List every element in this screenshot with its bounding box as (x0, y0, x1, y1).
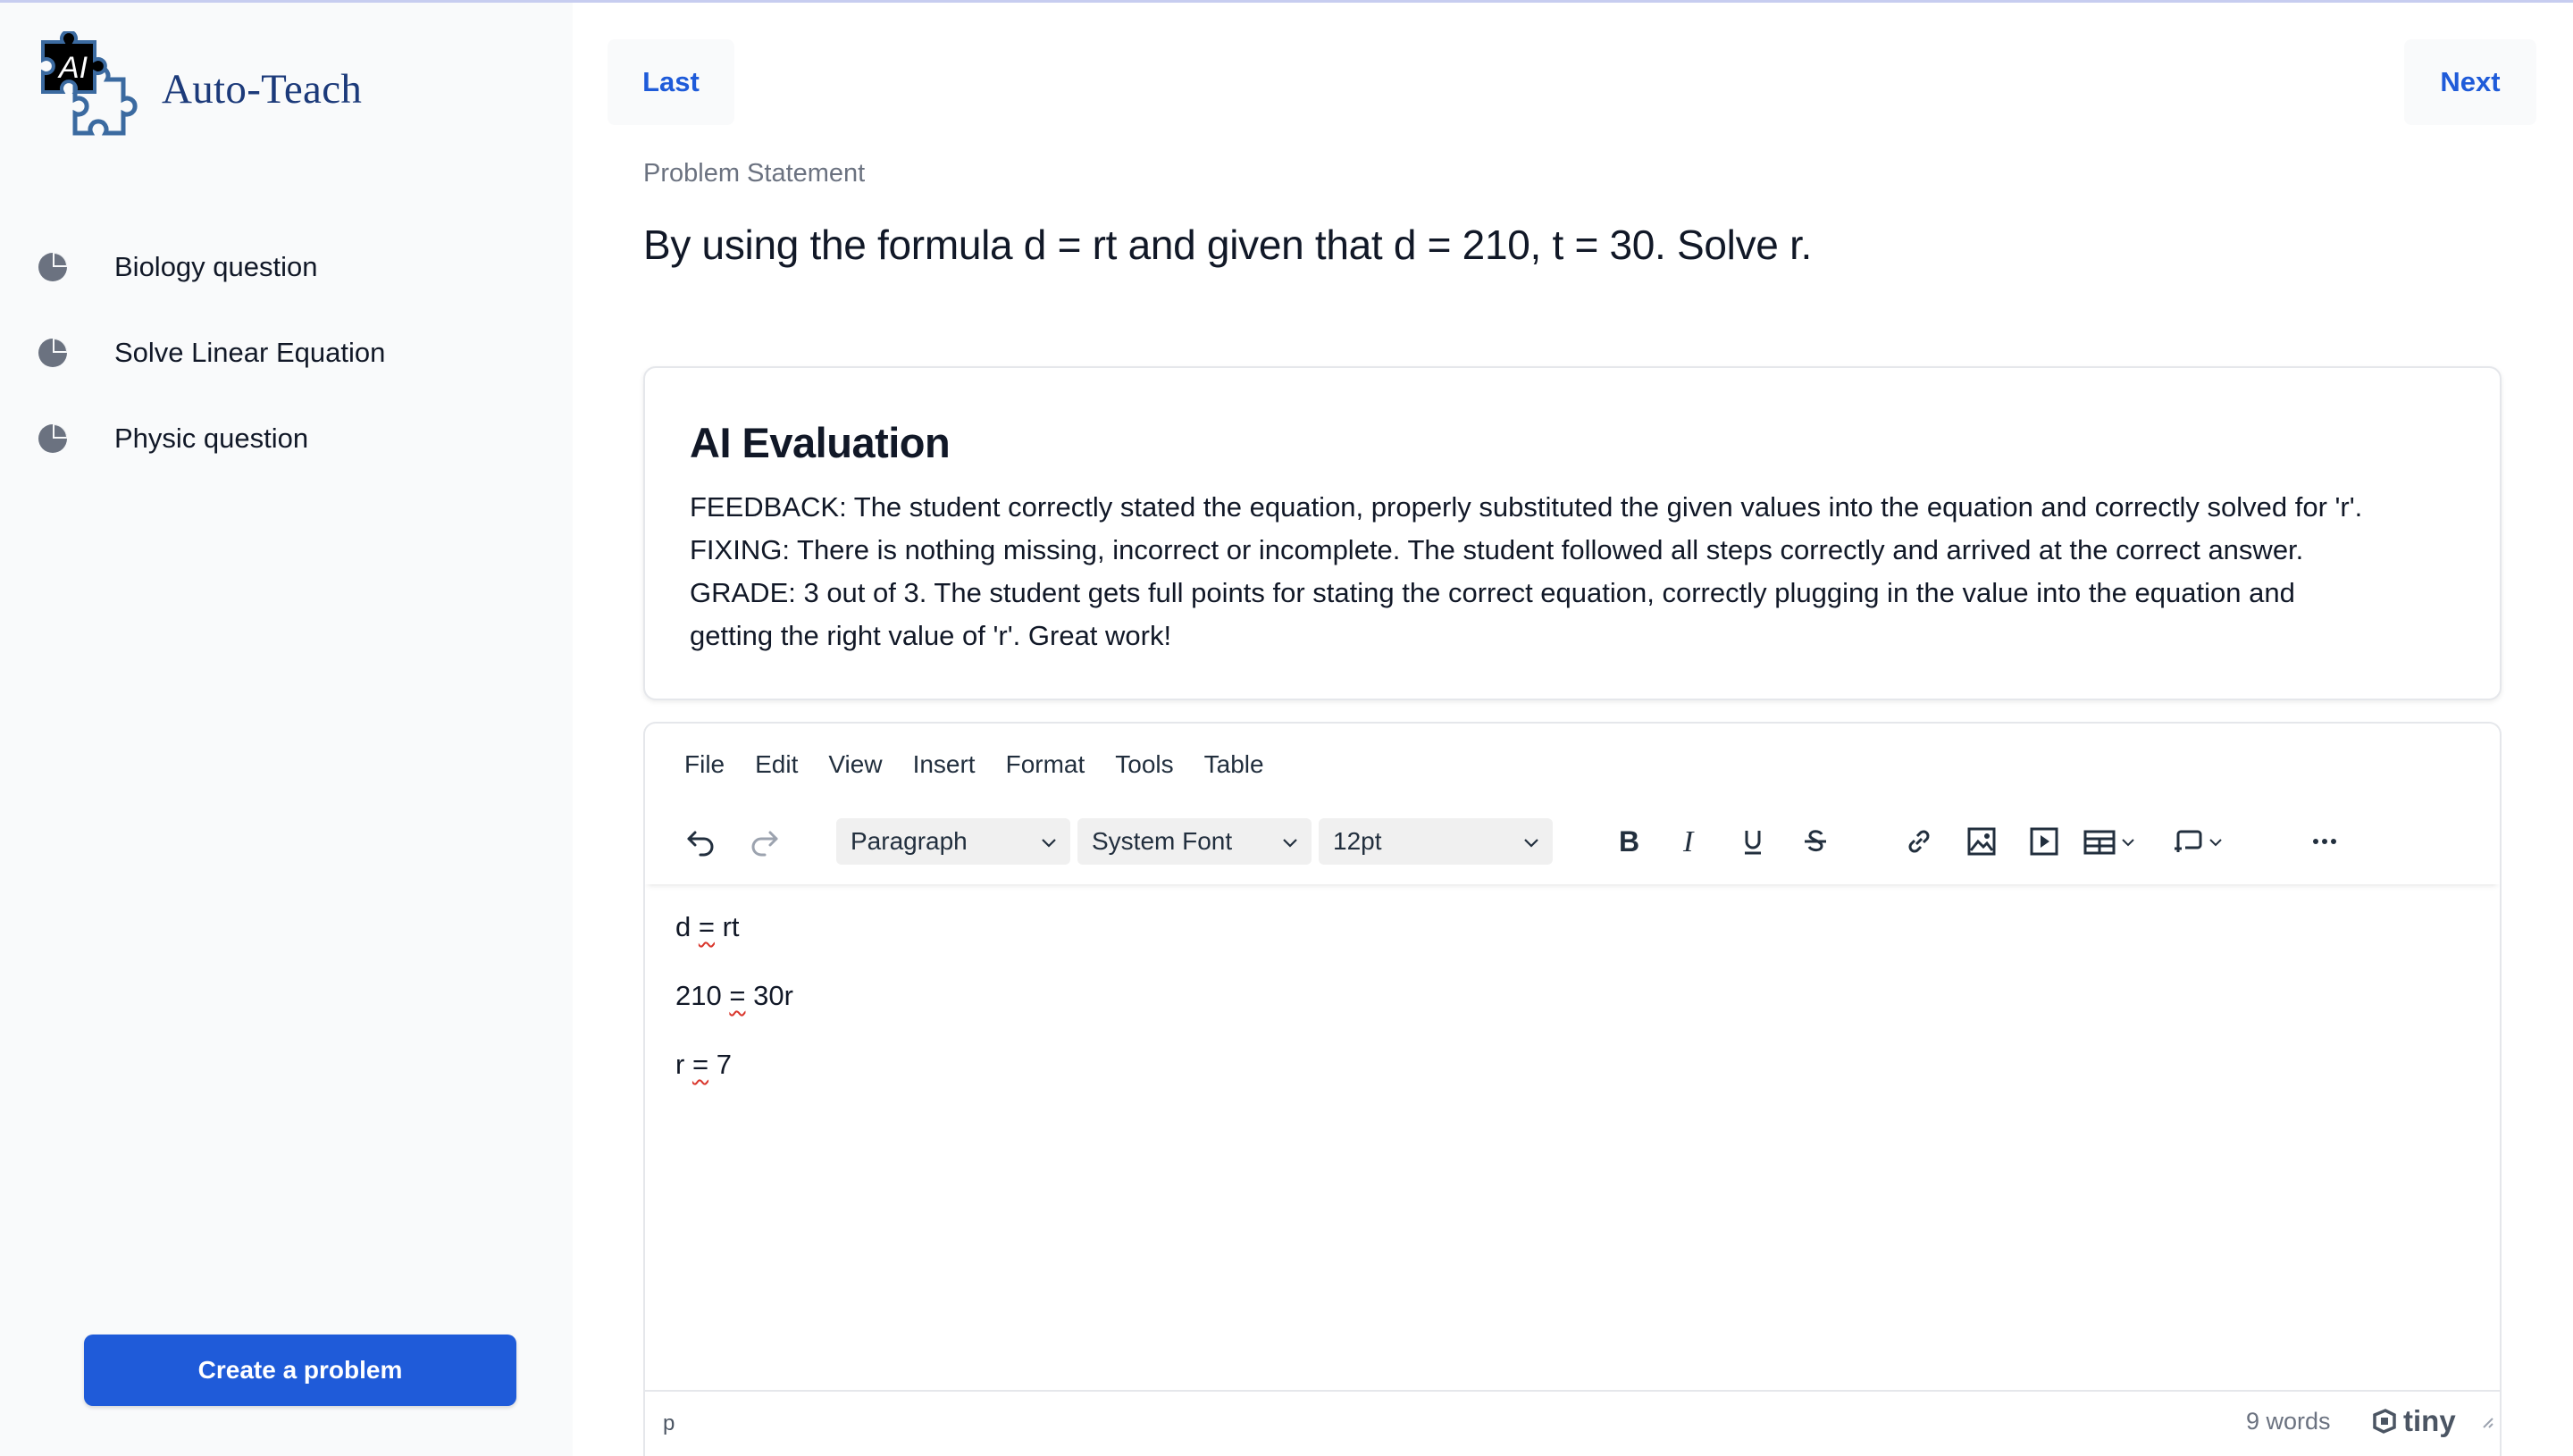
more-icon[interactable] (2303, 820, 2346, 863)
font-size-value: 12pt (1333, 827, 1382, 855)
evaluation-text: FEEDBACK: The student correctly stated t… (690, 486, 2477, 657)
redo-icon[interactable] (743, 820, 786, 863)
sidebar-item-linear-equation[interactable]: Solve Linear Equation (36, 310, 536, 396)
last-button[interactable]: Last (608, 39, 734, 125)
undo-icon[interactable] (679, 820, 722, 863)
block-format-select[interactable]: Paragraph (836, 818, 1070, 865)
media-icon[interactable] (2023, 820, 2066, 863)
bold-icon[interactable]: B (1606, 820, 1649, 863)
font-family-value: System Font (1092, 827, 1233, 855)
sidebar-item-label: Physic question (114, 423, 309, 454)
pie-chart-icon (36, 336, 70, 370)
underline-icon[interactable] (1731, 820, 1774, 863)
chevron-down-icon (1521, 831, 1542, 859)
menu-view[interactable]: View (828, 750, 882, 779)
evaluation-line: FIXING: There is nothing missing, incorr… (690, 534, 2304, 565)
sidebar-item-label: Solve Linear Equation (114, 337, 386, 368)
equation-line: 210 = 30r (675, 980, 793, 1011)
editor-statusbar: p 9 words tiny (645, 1390, 2500, 1456)
menu-tools[interactable]: Tools (1115, 750, 1173, 779)
equation-line: d = rt (675, 911, 740, 942)
evaluation-line: FEEDBACK: The student correctly stated t… (690, 491, 2363, 523)
menu-file[interactable]: File (684, 750, 725, 779)
app-title: Auto-Teach (162, 66, 363, 113)
resize-handle-icon[interactable] (2480, 1415, 2494, 1434)
pie-chart-icon (36, 250, 70, 284)
sidebar-item-biology[interactable]: Biology question (36, 224, 536, 310)
sidebar: AI Auto-Teach Biology question Solve Lin… (0, 3, 573, 1456)
strikethrough-icon[interactable] (1794, 820, 1837, 863)
link-icon[interactable] (1898, 820, 1940, 863)
spellcheck-mark: = (729, 980, 746, 1011)
answer-editor: File Edit View Insert Format Tools Table… (643, 722, 2502, 1456)
editor-content[interactable]: d = rt 210 = 30r r = 7 (675, 911, 793, 1117)
evaluation-line: getting the right value of 'r'. Great wo… (690, 620, 1172, 651)
sidebar-item-label: Biology question (114, 251, 318, 282)
problem-list: Biology question Solve Linear Equation P… (36, 224, 536, 481)
menu-edit[interactable]: Edit (755, 750, 798, 779)
svg-text:B: B (1619, 825, 1639, 858)
font-family-select[interactable]: System Font (1077, 818, 1312, 865)
image-icon[interactable] (1960, 820, 2003, 863)
equation-line: r = 7 (675, 1049, 732, 1080)
menu-table[interactable]: Table (1204, 750, 1264, 779)
font-size-select[interactable]: 12pt (1319, 818, 1553, 865)
ai-evaluation-card: AI Evaluation FEEDBACK: The student corr… (643, 366, 2502, 700)
problem-statement: By using the formula d = rt and given th… (643, 222, 1813, 268)
editor-menubar: File Edit View Insert Format Tools Table (684, 750, 1295, 779)
word-count[interactable]: 9 words (2246, 1408, 2331, 1435)
evaluation-line: GRADE: 3 out of 3. The student gets full… (690, 577, 2295, 608)
sidebar-item-physic[interactable]: Physic question (36, 396, 536, 481)
tiny-brand: tiny (2403, 1404, 2456, 1437)
next-button[interactable]: Next (2404, 39, 2536, 125)
comment-icon[interactable] (2171, 820, 2242, 863)
problem-statement-label: Problem Statement (643, 159, 866, 188)
tiny-logo[interactable]: tiny (2371, 1404, 2456, 1438)
tiny-icon (2371, 1408, 2398, 1435)
pie-chart-icon (36, 422, 70, 456)
spellcheck-mark: = (691, 1049, 709, 1080)
table-icon[interactable] (2083, 820, 2155, 863)
chevron-down-icon (1038, 831, 1060, 859)
chevron-down-icon (1279, 831, 1301, 859)
create-problem-button[interactable]: Create a problem (84, 1335, 516, 1406)
italic-icon[interactable]: I (1669, 820, 1712, 863)
logo-badge: AI (57, 51, 88, 85)
element-path[interactable]: p (663, 1411, 675, 1436)
menu-insert[interactable]: Insert (913, 750, 976, 779)
block-format-value: Paragraph (851, 827, 968, 855)
menu-format[interactable]: Format (1006, 750, 1085, 779)
svg-text:I: I (1682, 825, 1695, 858)
evaluation-title: AI Evaluation (690, 419, 951, 466)
editor-toolbar: Paragraph System Font 12pt B I (645, 799, 2500, 884)
puzzle-logo-icon: AI (38, 29, 157, 158)
spellcheck-mark: = (698, 911, 715, 942)
